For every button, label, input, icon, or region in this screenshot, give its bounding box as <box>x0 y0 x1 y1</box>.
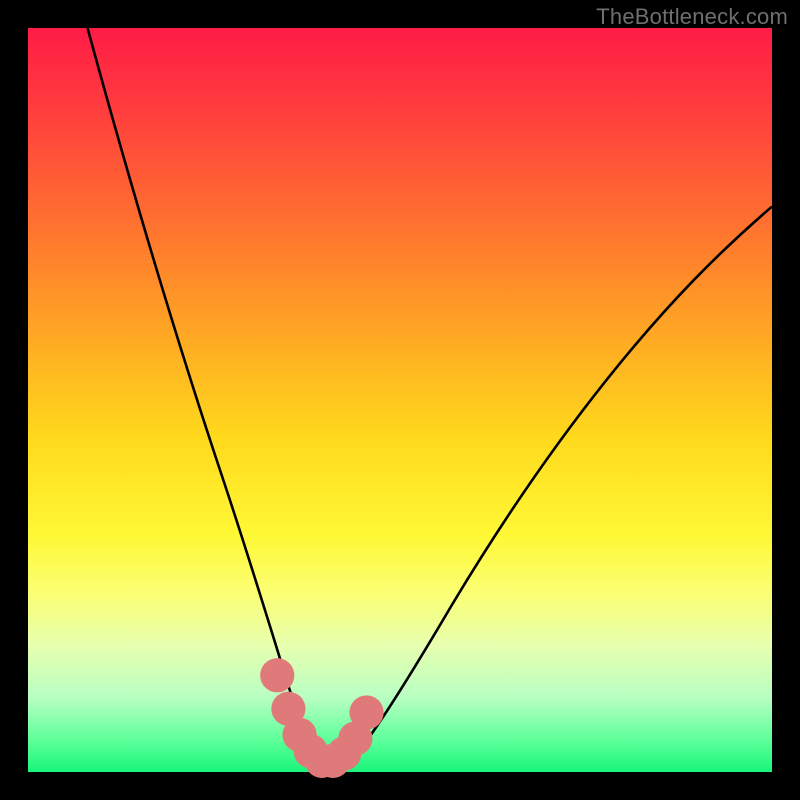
sweet-spot-markers <box>260 658 384 778</box>
plot-area <box>28 28 772 772</box>
bottleneck-curve-line <box>88 28 772 764</box>
chart-svg <box>28 28 772 772</box>
chart-frame: TheBottleneck.com <box>0 0 800 800</box>
sweet-spot-dot <box>349 695 383 729</box>
sweet-spot-dot <box>260 658 294 692</box>
watermark-text: TheBottleneck.com <box>596 4 788 30</box>
